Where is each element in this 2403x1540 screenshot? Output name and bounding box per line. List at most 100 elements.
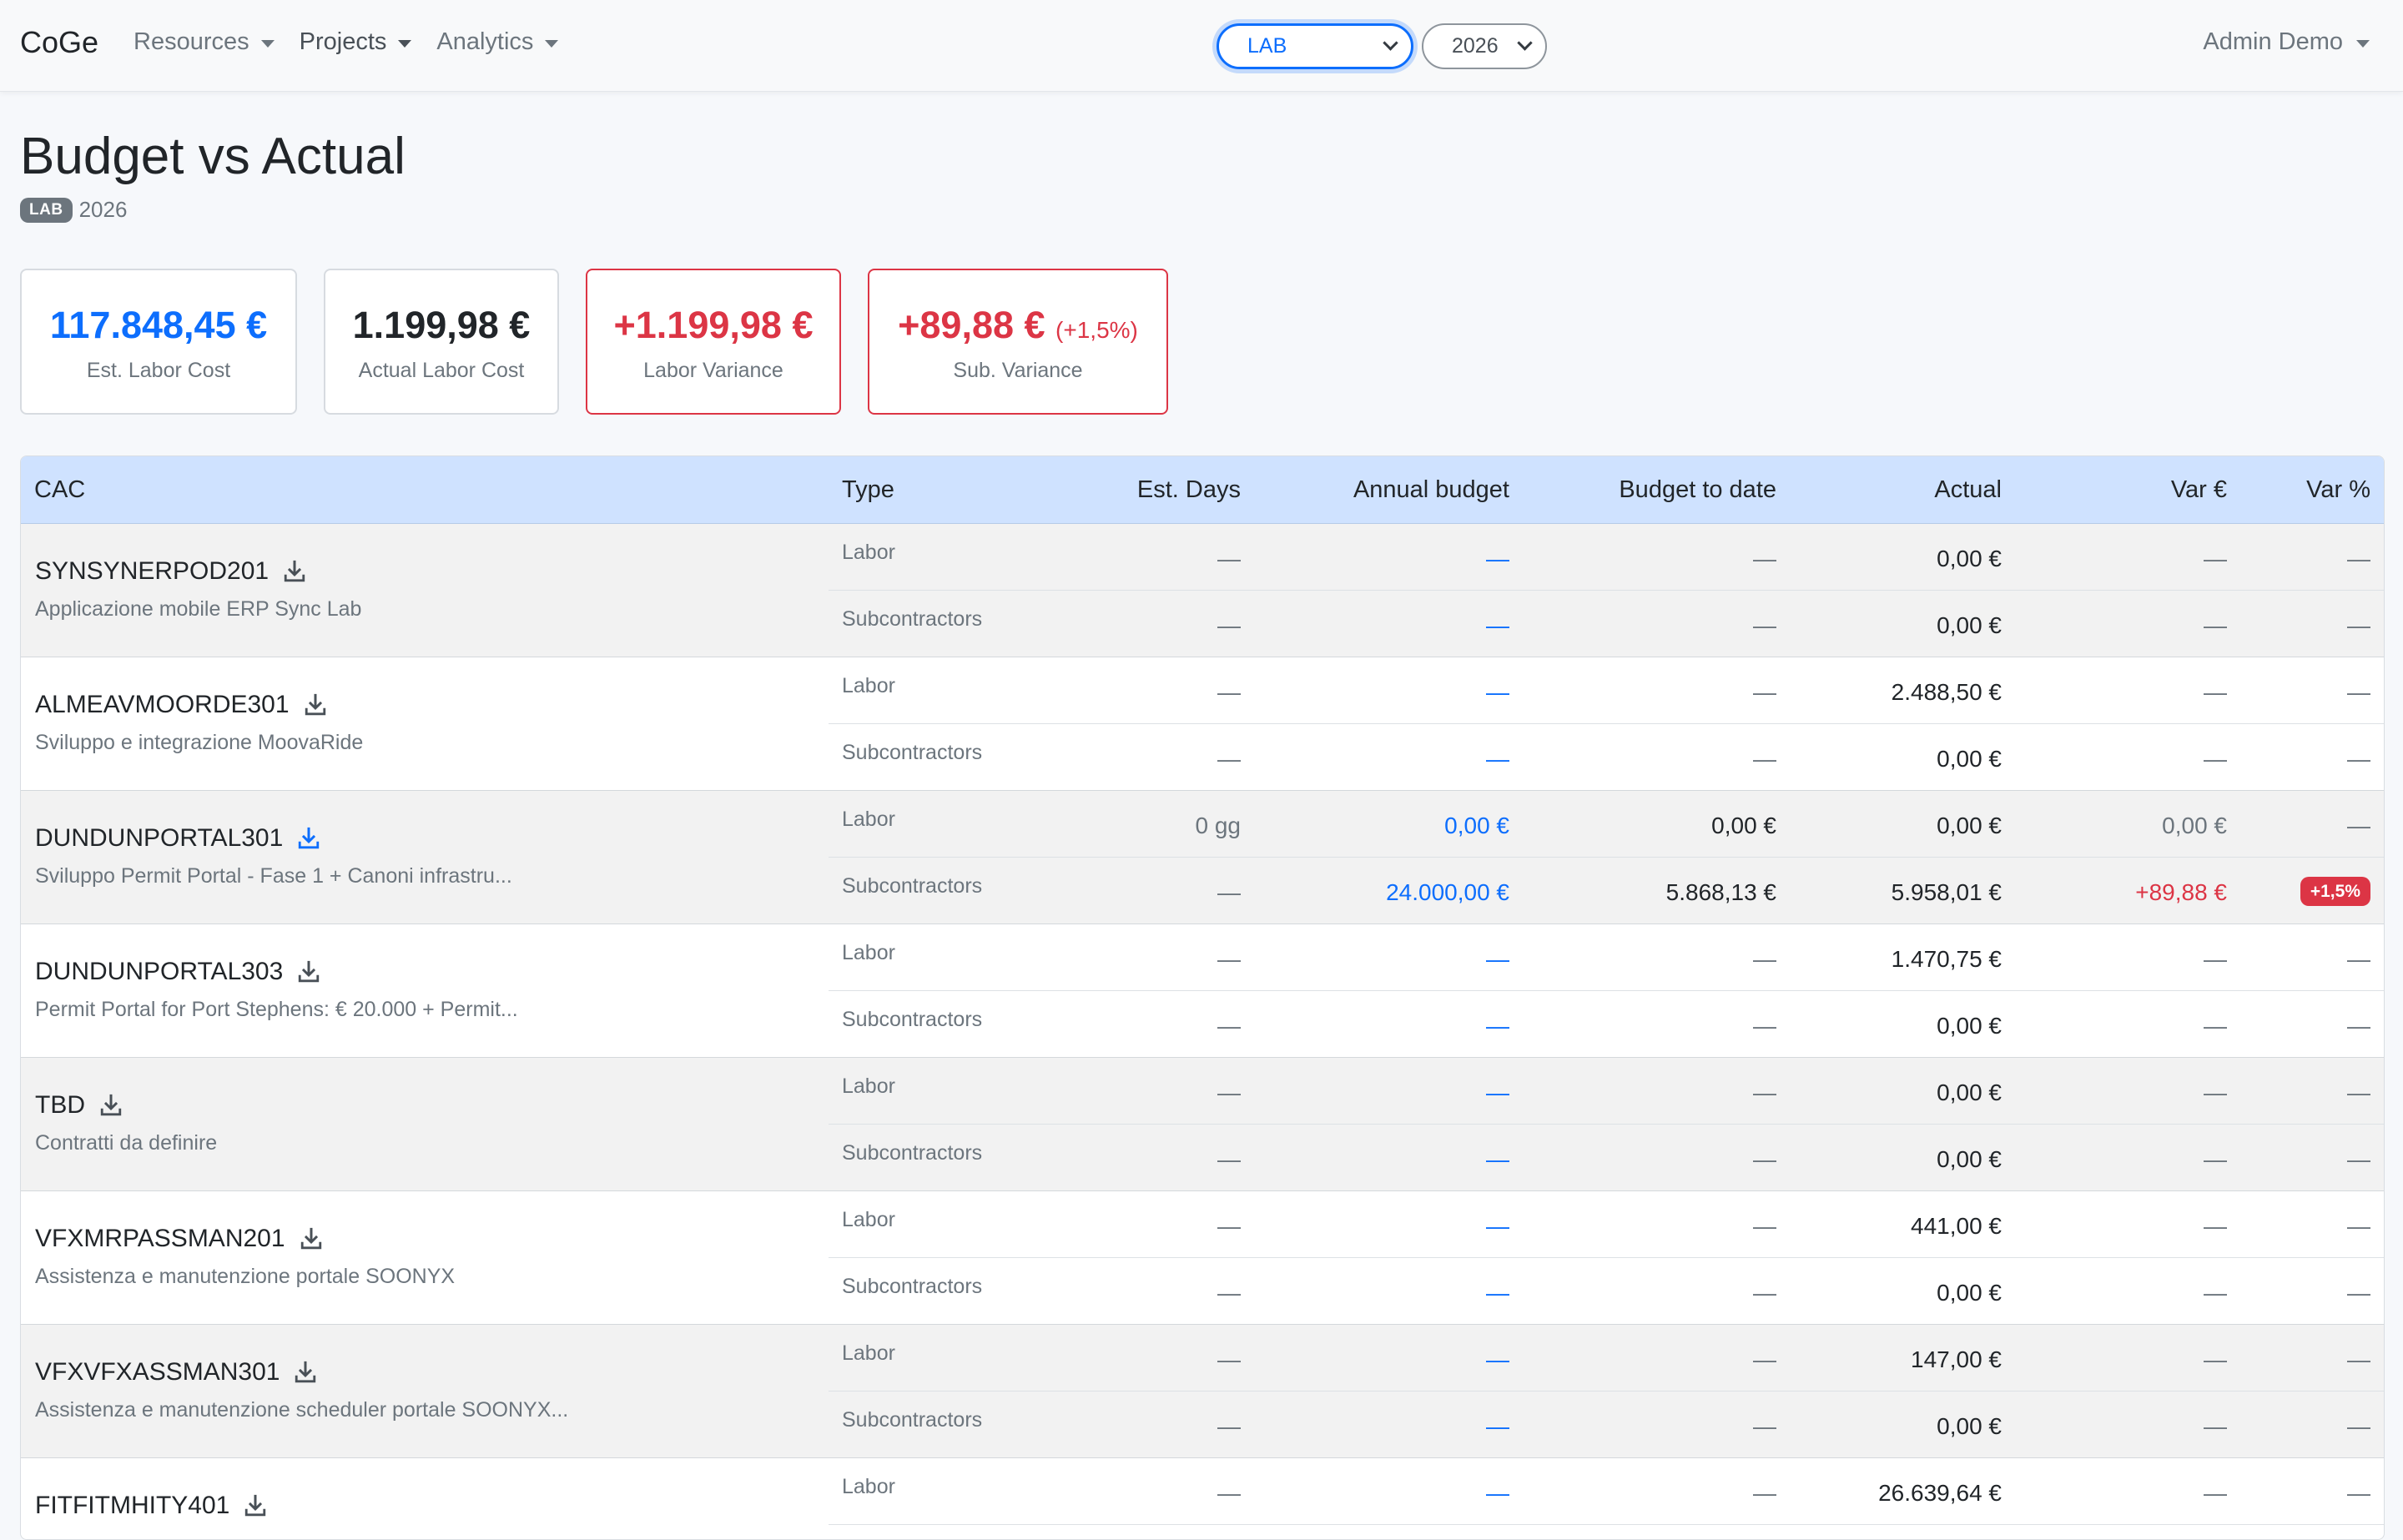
cell-annual-budget: — <box>1486 946 1509 972</box>
cell-type: Subcontractors <box>842 1275 983 1298</box>
cell-est-days: — <box>1217 1213 1241 1239</box>
table-row: Labor — — — 0,00 € — — <box>829 1058 2384 1125</box>
caret-down-icon <box>545 39 559 48</box>
cell-var-eur: 0,00 € <box>2162 813 2227 838</box>
table-row: Subcontractors———0,00 €—— <box>829 591 2384 657</box>
table-row-group: DUNDUNPORTAL301 Sviluppo Permit Portal - … <box>21 791 2384 924</box>
cell-actual: 5.958,01 € <box>1891 879 2002 905</box>
cell-var-eur: — <box>2204 946 2227 972</box>
cell-type: Subcontractors <box>842 607 983 631</box>
caret-down-icon <box>2356 39 2370 48</box>
cac-code: VFXVFXASSMAN301 <box>35 1358 318 1387</box>
cell-est-days: — <box>1217 1280 1241 1306</box>
cell-var-eur: — <box>2204 546 2227 571</box>
cell-actual: 1.470,75 € <box>1891 946 2002 972</box>
chevron-down-icon <box>1517 35 1533 51</box>
cell-budget-to-date: — <box>1753 612 1776 638</box>
th-annual-budget: Annual budget <box>1353 476 1509 503</box>
cell-budget-to-date: — <box>1753 1146 1776 1172</box>
cac-code-label: ALMEAVMOORDE301 <box>35 691 290 718</box>
user-menu[interactable]: Admin Demo <box>2203 28 2370 56</box>
cell-var-pct: — <box>2347 546 2370 571</box>
cell-budget-to-date: 5.868,13 € <box>1665 879 1776 905</box>
cell-actual: 0,00 € <box>1937 1413 2002 1439</box>
cell-est-days: 0 gg <box>1195 813 1242 838</box>
year-select[interactable]: 2026 <box>1422 23 1547 69</box>
cell-est-days: — <box>1217 746 1241 772</box>
cell-var-pct: — <box>2347 612 2370 638</box>
download-icon[interactable] <box>98 1093 123 1118</box>
download-icon[interactable] <box>296 826 321 851</box>
card-amount: 1.199,98 € <box>352 304 531 346</box>
table-row: Subcontractors — 24.000,00 € 5.868,13 € 5.95… <box>829 858 2384 924</box>
cac-code-label: VFXVFXASSMAN301 <box>35 1358 280 1386</box>
org-select[interactable]: LAB <box>1217 23 1413 69</box>
cell-type: Labor <box>842 808 895 831</box>
download-icon[interactable] <box>303 692 328 717</box>
cell-annual-budget: — <box>1486 546 1509 571</box>
cell-type: Labor <box>842 1341 895 1365</box>
top-navbar: CoGe Resources Projects Analytics LAB 20… <box>0 0 2403 92</box>
th-budget-to-date: Budget to date <box>1619 476 1776 503</box>
download-icon[interactable] <box>282 559 307 584</box>
table-row: Subcontractors———0,00 €—— <box>829 1525 2384 1539</box>
nav-resources-dropdown[interactable]: Resources <box>134 28 275 56</box>
cell-annual-budget: — <box>1486 679 1509 705</box>
table-row: Subcontractors———0,00 €—— <box>829 1125 2384 1191</box>
table-row: Labor — — — 441,00 € — — <box>829 1191 2384 1258</box>
card-value: 1.199,98 € <box>325 304 557 347</box>
card-amount: 117.848,45 € <box>49 304 268 346</box>
cell-var-pct: — <box>2347 946 2370 972</box>
cell-est-days: — <box>1217 1080 1241 1105</box>
org-select-value: LAB <box>1247 34 1287 58</box>
cell-var-pct: +1,5% <box>2300 876 2370 906</box>
cell-annual-budget: — <box>1486 1280 1509 1306</box>
page-subtitle: LAB 2026 <box>20 197 127 223</box>
cell-actual: 2.488,50 € <box>1891 679 2002 705</box>
nav-analytics-label: Analytics <box>436 28 534 55</box>
cell-annual-budget: — <box>1486 1213 1509 1239</box>
cell-var-pct: — <box>2347 1280 2370 1306</box>
cell-var-eur: — <box>2204 1413 2227 1439</box>
table-row-group: VFXMRPASSMAN201 Assistenza e manutenzione… <box>21 1191 2384 1325</box>
card-amount: +89,88 € <box>898 304 1045 346</box>
th-actual: Actual <box>1934 476 2002 503</box>
card-est-labor-cost: 117.848,45 € Est. Labor Cost <box>20 269 297 415</box>
cell-budget-to-date: — <box>1753 1346 1776 1372</box>
cac-code: VFXMRPASSMAN201 <box>35 1225 324 1253</box>
download-icon[interactable] <box>293 1360 318 1385</box>
cell-est-days: — <box>1217 1146 1241 1172</box>
cell-est-days: — <box>1217 546 1241 571</box>
download-icon[interactable] <box>299 1226 324 1251</box>
nav-projects-dropdown[interactable]: Projects <box>300 28 412 56</box>
cac-description: Assistenza e manutenzione portale SOONYX <box>35 1265 456 1288</box>
cac-code-label: TBD <box>35 1091 85 1119</box>
brand-logo[interactable]: CoGe <box>20 25 98 60</box>
cell-annual-budget: — <box>1486 1346 1509 1372</box>
nav-analytics-dropdown[interactable]: Analytics <box>436 28 559 56</box>
download-icon[interactable] <box>296 959 321 984</box>
cell-var-eur: — <box>2204 1480 2227 1506</box>
nav-projects-label: Projects <box>299 28 387 55</box>
cell-var-eur: — <box>2204 1013 2227 1039</box>
cell-annual-budget: — <box>1486 1413 1509 1439</box>
cell-est-days: — <box>1217 679 1241 705</box>
cell-var-eur: — <box>2204 612 2227 638</box>
download-icon[interactable] <box>243 1493 268 1518</box>
cell-annual-budget: — <box>1486 746 1509 772</box>
year-select-value: 2026 <box>1452 34 1499 58</box>
cell-budget-to-date: — <box>1753 1080 1776 1105</box>
cell-actual: 147,00 € <box>1911 1346 2002 1372</box>
page-title: Budget vs Actual <box>20 128 406 185</box>
cac-code: TBD <box>35 1091 123 1120</box>
cell-type: Subcontractors <box>842 874 983 898</box>
table-row: Labor — — — 1.470,75 € — — <box>829 924 2384 991</box>
cell-annual-budget: — <box>1486 612 1509 638</box>
cell-type: Subcontractors <box>842 741 983 764</box>
org-badge: LAB <box>20 197 73 223</box>
cell-var-eur: — <box>2204 746 2227 772</box>
cell-var-eur: +89,88 € <box>2135 879 2227 905</box>
cell-type: Labor <box>842 541 895 564</box>
cell-budget-to-date: — <box>1753 1280 1776 1306</box>
cell-var-pct: — <box>2347 1080 2370 1105</box>
